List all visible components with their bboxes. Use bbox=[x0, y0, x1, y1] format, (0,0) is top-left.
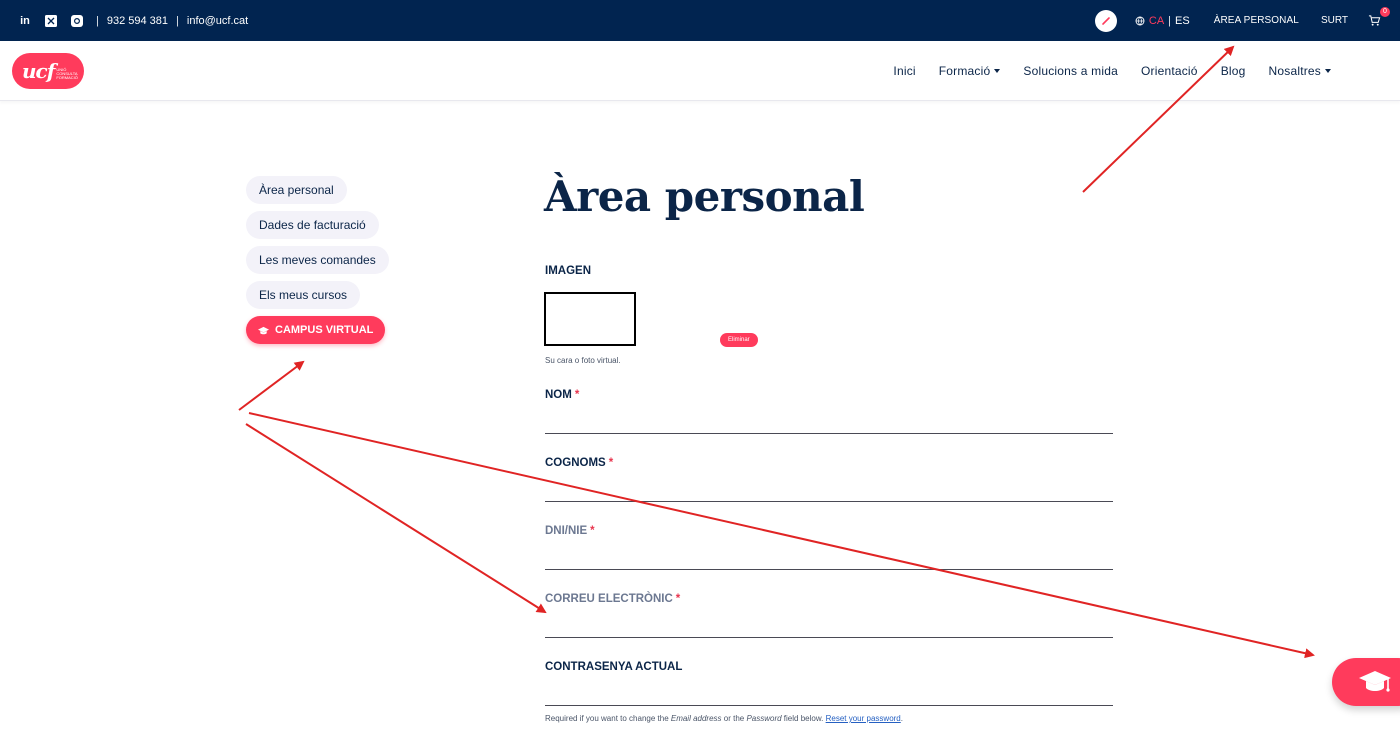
site-header: ucf UNIÓ CONSULTA FORMACIÓ Inici Formaci… bbox=[0, 41, 1400, 101]
arrow-to-campus-virtual bbox=[238, 360, 305, 411]
lang-ca[interactable]: CA bbox=[1149, 15, 1164, 27]
field-label-cognoms: COGNOMS * bbox=[545, 457, 613, 469]
required-mark: * bbox=[574, 389, 580, 401]
help-text: Required if you want to change the bbox=[545, 714, 671, 723]
sidebar-item-cursos[interactable]: Els meus cursos bbox=[246, 281, 361, 309]
nav-label: Formació bbox=[938, 64, 991, 78]
nav-item-solucions[interactable]: Solucions a mida bbox=[1023, 64, 1118, 78]
email-link[interactable]: info@ucf.cat bbox=[187, 15, 248, 27]
label-text: DNI/NIE bbox=[545, 525, 588, 537]
label-text: CONTRASENYA ACTUAL bbox=[545, 661, 683, 673]
label-text: CORREU ELECTRÒNIC bbox=[545, 593, 673, 605]
main-nav: Inici Formació Solucions a mida Orientac… bbox=[893, 41, 1331, 101]
field-label-nom: NOM * bbox=[545, 389, 579, 401]
language-switcher: CA | ES bbox=[1135, 15, 1190, 27]
edit-icon[interactable] bbox=[1094, 9, 1117, 32]
nav-item-blog[interactable]: Blog bbox=[1221, 64, 1246, 78]
instagram-icon[interactable] bbox=[70, 14, 84, 28]
separator: | bbox=[96, 14, 99, 27]
required-mark: * bbox=[608, 457, 614, 469]
globe-icon bbox=[1135, 16, 1145, 25]
top-bar: in | 932 594 381 | info@ucf.cat CA | ES … bbox=[0, 0, 1400, 41]
password-help-text: Required if you want to change the Email… bbox=[545, 714, 903, 723]
account-sidebar: Àrea personal Dades de facturació Les me… bbox=[246, 176, 389, 351]
nav-item-orientacio[interactable]: Orientació bbox=[1141, 64, 1198, 78]
help-emphasis: Email address bbox=[670, 714, 722, 723]
nav-label: Orientació bbox=[1140, 64, 1198, 78]
phone-link[interactable]: 932 594 381 bbox=[107, 15, 168, 27]
chevron-down-icon bbox=[994, 69, 1001, 73]
help-text: field below. bbox=[781, 714, 826, 723]
cognoms-input[interactable] bbox=[545, 501, 1113, 502]
label-text: NOM bbox=[545, 389, 572, 401]
required-mark: * bbox=[675, 593, 681, 605]
email-input[interactable] bbox=[545, 637, 1113, 638]
cart-count-badge: 0 bbox=[1380, 6, 1390, 17]
site-logo[interactable]: ucf UNIÓ CONSULTA FORMACIÓ bbox=[12, 53, 84, 89]
graduation-cap-icon bbox=[258, 326, 269, 334]
logout-link[interactable]: SURT bbox=[1321, 15, 1348, 26]
separator: | bbox=[176, 14, 179, 27]
nav-label: Blog bbox=[1220, 64, 1246, 78]
nav-label: Inici bbox=[893, 64, 916, 78]
image-label: IMAGEN bbox=[545, 265, 591, 277]
sidebar-item-comandes[interactable]: Les meves comandes bbox=[246, 246, 389, 274]
sidebar-item-dades-facturacio[interactable]: Dades de facturació bbox=[246, 211, 379, 239]
nav-item-inici[interactable]: Inici bbox=[893, 64, 915, 78]
nav-item-formacio[interactable]: Formació bbox=[939, 64, 1001, 78]
top-bar-contact: in | 932 594 381 | info@ucf.cat bbox=[18, 14, 248, 28]
label-text: COGNOMS bbox=[545, 457, 606, 469]
arrow-to-email-field bbox=[245, 423, 547, 614]
remove-image-button[interactable]: Eliminar bbox=[720, 333, 758, 347]
x-icon[interactable] bbox=[44, 14, 58, 28]
floating-campus-button[interactable] bbox=[1332, 658, 1400, 706]
field-label-dni: DNI/NIE * bbox=[545, 525, 595, 537]
page-title: Àrea personal bbox=[544, 172, 865, 221]
separator: | bbox=[1168, 14, 1172, 27]
logo-text: ucf bbox=[22, 59, 55, 83]
cart-icon bbox=[1368, 14, 1381, 26]
top-bar-actions: CA | ES ÀREA PERSONAL SURT 0 bbox=[1094, 6, 1390, 32]
campus-virtual-button[interactable]: CAMPUS VIRTUAL bbox=[246, 316, 386, 344]
linkedin-icon[interactable]: in bbox=[18, 14, 32, 28]
profile-image-preview[interactable] bbox=[544, 292, 636, 346]
help-emphasis: Password bbox=[746, 714, 782, 723]
cart-button[interactable]: 0 bbox=[1368, 6, 1390, 28]
nom-input[interactable] bbox=[545, 433, 1113, 434]
required-mark: * bbox=[590, 525, 595, 537]
nav-label: Nosaltres bbox=[1268, 64, 1321, 78]
lang-es[interactable]: ES bbox=[1175, 15, 1190, 27]
dni-input[interactable] bbox=[545, 569, 1113, 570]
sidebar-item-area-personal[interactable]: Àrea personal bbox=[246, 176, 347, 204]
chevron-down-icon bbox=[1325, 69, 1331, 73]
nav-item-nosaltres[interactable]: Nosaltres bbox=[1269, 64, 1331, 78]
annotation-arrows bbox=[238, 45, 1315, 659]
help-text: or the bbox=[721, 714, 747, 723]
field-label-password: CONTRASENYA ACTUAL bbox=[545, 661, 682, 673]
nav-label: Solucions a mida bbox=[1023, 64, 1118, 78]
campus-virtual-label: CAMPUS VIRTUAL bbox=[275, 324, 374, 336]
area-personal-link[interactable]: ÀREA PERSONAL bbox=[1214, 15, 1299, 26]
current-password-input[interactable] bbox=[545, 705, 1113, 706]
reset-password-link[interactable]: Reset your password bbox=[826, 714, 901, 723]
help-text: . bbox=[900, 714, 903, 723]
image-help-text: Su cara o foto virtual. bbox=[545, 356, 621, 365]
logo-subtext: UNIÓ CONSULTA FORMACIÓ bbox=[56, 67, 78, 80]
field-label-email: CORREU ELECTRÒNIC * bbox=[545, 593, 680, 605]
arrow-to-floating-button bbox=[248, 412, 1315, 659]
graduation-cap-icon bbox=[1359, 671, 1391, 692]
